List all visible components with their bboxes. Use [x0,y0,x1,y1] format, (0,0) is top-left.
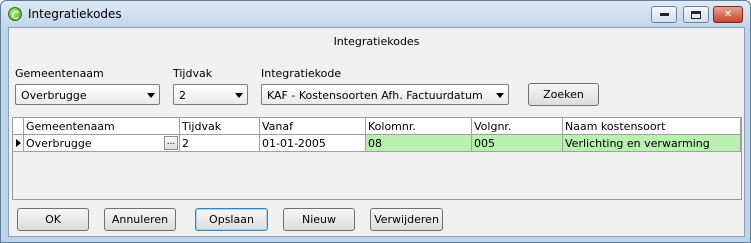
column-header-volgnr[interactable]: Volgnr. [472,118,563,135]
cell-kolomnr[interactable]: 08 [366,135,472,152]
column-header-naam-kostensoort[interactable]: Naam kostensoort [563,118,741,135]
column-header-tijdvak[interactable]: Tijdvak [180,118,260,135]
tijdvak-label: Tijdvak [173,67,213,80]
maximize-icon [691,11,701,19]
chevron-down-icon [496,93,504,98]
form-title: Integratiekodes [333,35,420,48]
column-header-gemeentenaam[interactable]: Gemeentenaam [24,118,180,135]
integratiekode-label: Integratiekode [261,67,342,80]
current-row-indicator[interactable] [13,135,24,152]
maximize-button[interactable] [683,6,709,23]
gemeentenaam-select[interactable]: Overbrugge [15,84,160,105]
chevron-down-icon [235,93,243,98]
tijdvak-select[interactable]: 2 [173,84,248,105]
save-button[interactable]: Opslaan [195,208,268,231]
form-panel: Integratiekodes Gemeentenaam Overbrugge … [8,27,745,237]
row-pointer-icon [16,139,21,147]
minimize-button[interactable] [651,6,677,23]
browse-button[interactable]: ... [164,136,178,150]
window-title: Integratiekodes [28,7,122,21]
integratiekode-select[interactable]: KAF - Kostensoorten Afh. Factuurdatum [261,84,509,105]
cell-gemeentenaam[interactable]: Overbrugge ... [24,135,180,152]
search-button[interactable]: Zoeken [528,83,599,106]
cell-volgnr[interactable]: 005 [472,135,563,152]
cancel-button[interactable]: Annuleren [104,208,176,231]
new-button[interactable]: Nieuw [283,208,355,231]
minimize-icon [659,13,669,16]
close-button[interactable]: ✕ [713,6,743,23]
chevron-down-icon [147,93,155,98]
app-icon [8,7,22,21]
gemeentenaam-label: Gemeentenaam [15,67,104,80]
ok-button[interactable]: OK [17,208,89,231]
cell-tijdvak[interactable]: 2 [180,135,260,152]
title-bar[interactable]: Integratiekodes ✕ [1,1,750,27]
close-icon: ✕ [723,9,733,20]
cell-vanaf[interactable]: 01-01-2005 [260,135,366,152]
cell-naam-kostensoort[interactable]: Verlichting en verwarming [563,135,741,152]
gemeentenaam-value: Overbrugge [21,89,87,102]
application-window: Integratiekodes ✕ Integratiekodes Gemeen… [0,0,751,243]
column-header-vanaf[interactable]: Vanaf [260,118,366,135]
column-header-kolomnr[interactable]: Kolomnr. [366,118,472,135]
tijdvak-value: 2 [179,89,186,102]
row-header-corner [13,118,24,135]
delete-button[interactable]: Verwijderen [370,208,443,231]
integratiekode-value: KAF - Kostensoorten Afh. Factuurdatum [267,89,483,102]
data-grid: Gemeentenaam Tijdvak Vanaf Kolomnr. Volg… [12,117,742,200]
